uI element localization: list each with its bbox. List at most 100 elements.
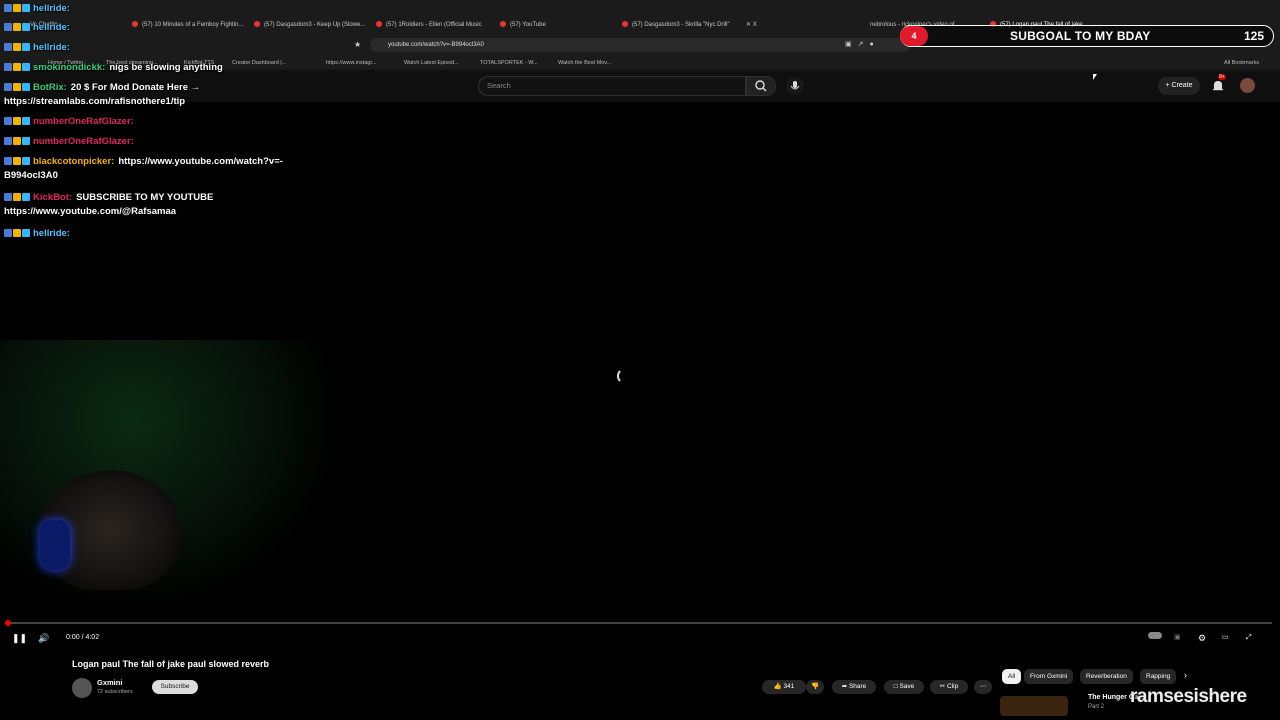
chat-message: numberOneRafGlazer:: [4, 116, 138, 127]
theater-button[interactable]: ▭: [1222, 631, 1229, 645]
account-avatar[interactable]: [1240, 78, 1255, 93]
volume-button[interactable]: 🔊: [38, 631, 49, 645]
bookmark-item[interactable]: TOTALSPORTEK - W...: [480, 58, 538, 68]
chat-badge-icon: [13, 4, 21, 13]
chat-username: KickBot:: [33, 192, 73, 203]
create-button[interactable]: + Create: [1158, 77, 1200, 95]
browser-tab[interactable]: (57) Dasgasdom3 - Skrilla "Nyc Drill": [622, 17, 740, 33]
thumbs-down-icon: 👎: [810, 683, 820, 690]
chat-badge-icon: [4, 193, 12, 202]
bookmark-item[interactable]: Watch Latest Episod...: [404, 58, 459, 68]
chat-message: https://streamlabs.com/rafisnothere1/tip: [4, 96, 185, 107]
youtube-favicon-icon: [254, 21, 260, 28]
clip-button[interactable]: ✂ Clip: [930, 680, 968, 694]
notifications-button[interactable]: 9+: [1210, 74, 1226, 94]
headset-light: [40, 520, 70, 570]
chat-badge-icon: [22, 83, 30, 92]
chat-badge-icon: [13, 137, 21, 146]
address-bar[interactable]: youtube.com/watch?v=-B994ocl3A0: [370, 38, 910, 52]
chat-badge-icon: [4, 63, 12, 72]
channel-avatar[interactable]: [72, 678, 92, 698]
subtitles-button[interactable]: ▣: [1174, 631, 1181, 645]
pause-button[interactable]: ❚❚: [12, 631, 27, 645]
recommended-thumbnail[interactable]: [1000, 696, 1068, 716]
autoplay-toggle[interactable]: [1148, 631, 1164, 645]
chip-rapping[interactable]: Rapping: [1140, 669, 1177, 684]
extension-icons[interactable]: ▣↗●: [845, 40, 880, 48]
chat-badge-icon: [13, 63, 21, 72]
chip-from-channel[interactable]: From Gxmini: [1024, 669, 1074, 684]
browser-tab[interactable]: (57) Dasgasdom3 - Keep Up (Slowe...: [254, 17, 370, 33]
all-bookmarks[interactable]: All Bookmarks: [1224, 58, 1259, 68]
subgoal-badge: 4: [900, 26, 928, 46]
bookmark-item[interactable]: Watch the Best Mov...: [558, 58, 611, 68]
chat-username: smokinondickk:: [33, 62, 106, 73]
search-placeholder: Search: [487, 81, 511, 90]
scissors-icon: ✂: [939, 683, 948, 690]
save-button[interactable]: □ Save: [884, 680, 924, 694]
chat-username: blackcotonpicker:: [33, 156, 115, 167]
chat-text: https://www.youtube.com/watch?v=-: [118, 156, 283, 167]
like-count: 341: [783, 683, 795, 690]
chat-badge-icon: [13, 229, 21, 238]
channel-name[interactable]: Gxmini: [97, 678, 122, 687]
share-button[interactable]: ➦ Share: [832, 680, 876, 694]
browser-tab[interactable]: (57) 10 Minutes of a Femboy Fightin...: [132, 17, 250, 33]
chat-badge-icon: [22, 193, 30, 202]
chat-badge-icon: [22, 43, 30, 52]
recommended-subtitle: Part 2: [1088, 704, 1105, 710]
fullscreen-icon: ⤢: [1246, 634, 1252, 641]
mouse-cursor-icon: [1093, 74, 1097, 80]
progress-scrubber[interactable]: [5, 620, 11, 626]
clip-label: Clip: [947, 683, 959, 690]
notification-count-badge: 9+: [1218, 74, 1226, 80]
microphone-icon: [790, 81, 800, 90]
chat-message: numberOneRafGlazer:: [4, 136, 138, 147]
search-button[interactable]: [746, 76, 776, 96]
chat-badge-icon: [22, 23, 30, 32]
chat-message: hellride:: [4, 228, 74, 239]
chip-all[interactable]: All: [1002, 669, 1022, 684]
chat-badge-icon: [22, 117, 30, 126]
time-display: 0:00 / 4:02: [66, 634, 100, 641]
youtube-favicon-icon: [622, 21, 628, 28]
chat-badge-icon: [13, 117, 21, 126]
browser-tab[interactable]: (57) YouTube: [500, 17, 610, 33]
volume-icon: 🔊: [38, 633, 50, 643]
like-button[interactable]: 👍 341: [762, 680, 806, 694]
chat-badge-icon: [4, 23, 12, 32]
chat-text: SUBSCRIBE TO MY YOUTUBE: [76, 192, 214, 203]
fullscreen-button[interactable]: ⤢: [1246, 631, 1252, 645]
video-title: Logan paul The fall of jake paul slowed …: [72, 659, 270, 669]
browser-tab[interactable]: (57) 1Roldiers - Ellen (Official Music: [376, 17, 488, 33]
chevron-right-icon[interactable]: ›: [1184, 670, 1187, 680]
chat-badge-icon: [13, 193, 21, 202]
chat-text: https://streamlabs.com/rafisnothere1/tip: [4, 96, 186, 107]
share-label: Share: [848, 683, 867, 690]
progress-bar[interactable]: [8, 622, 1272, 624]
dislike-button[interactable]: 👎: [806, 680, 824, 694]
subgoal-label: SUBGOAL TO MY BDAY: [1010, 29, 1151, 43]
voice-search-button[interactable]: [786, 77, 804, 95]
more-icon: ⋯: [979, 683, 987, 690]
bookmark-item[interactable]: Creator Dashboard |...: [232, 58, 286, 68]
theater-icon: ▭: [1222, 634, 1229, 641]
chat-badge-icon: [22, 229, 30, 238]
save-label: Save: [899, 683, 915, 690]
chat-text: https://www.youtube.com/@Rafsamaa: [4, 206, 177, 217]
chat-text: 20 $ For Mod Donate Here →: [70, 82, 201, 93]
subscribe-button[interactable]: Subscribe: [152, 680, 198, 694]
chat-badge-icon: [4, 157, 12, 166]
chip-reverberation[interactable]: Reverberation: [1080, 669, 1133, 684]
chat-text: nigs be slowing anything: [109, 62, 223, 73]
bookmark-item[interactable]: https://www.instagr...: [326, 58, 376, 68]
subgoal-count: 125: [1244, 29, 1265, 43]
toggle-icon: [1148, 632, 1162, 639]
chat-message: B994ocl3A0: [4, 170, 58, 181]
browser-tab[interactable]: ✕ X: [746, 17, 776, 33]
more-actions-button[interactable]: ⋯: [974, 680, 992, 694]
chat-message: blackcotonpicker: https://www.youtube.com…: [4, 156, 283, 167]
bookmark-star-icon[interactable]: ★: [354, 40, 361, 49]
settings-button[interactable]: ⚙: [1198, 631, 1206, 645]
search-input[interactable]: Search: [478, 76, 746, 96]
